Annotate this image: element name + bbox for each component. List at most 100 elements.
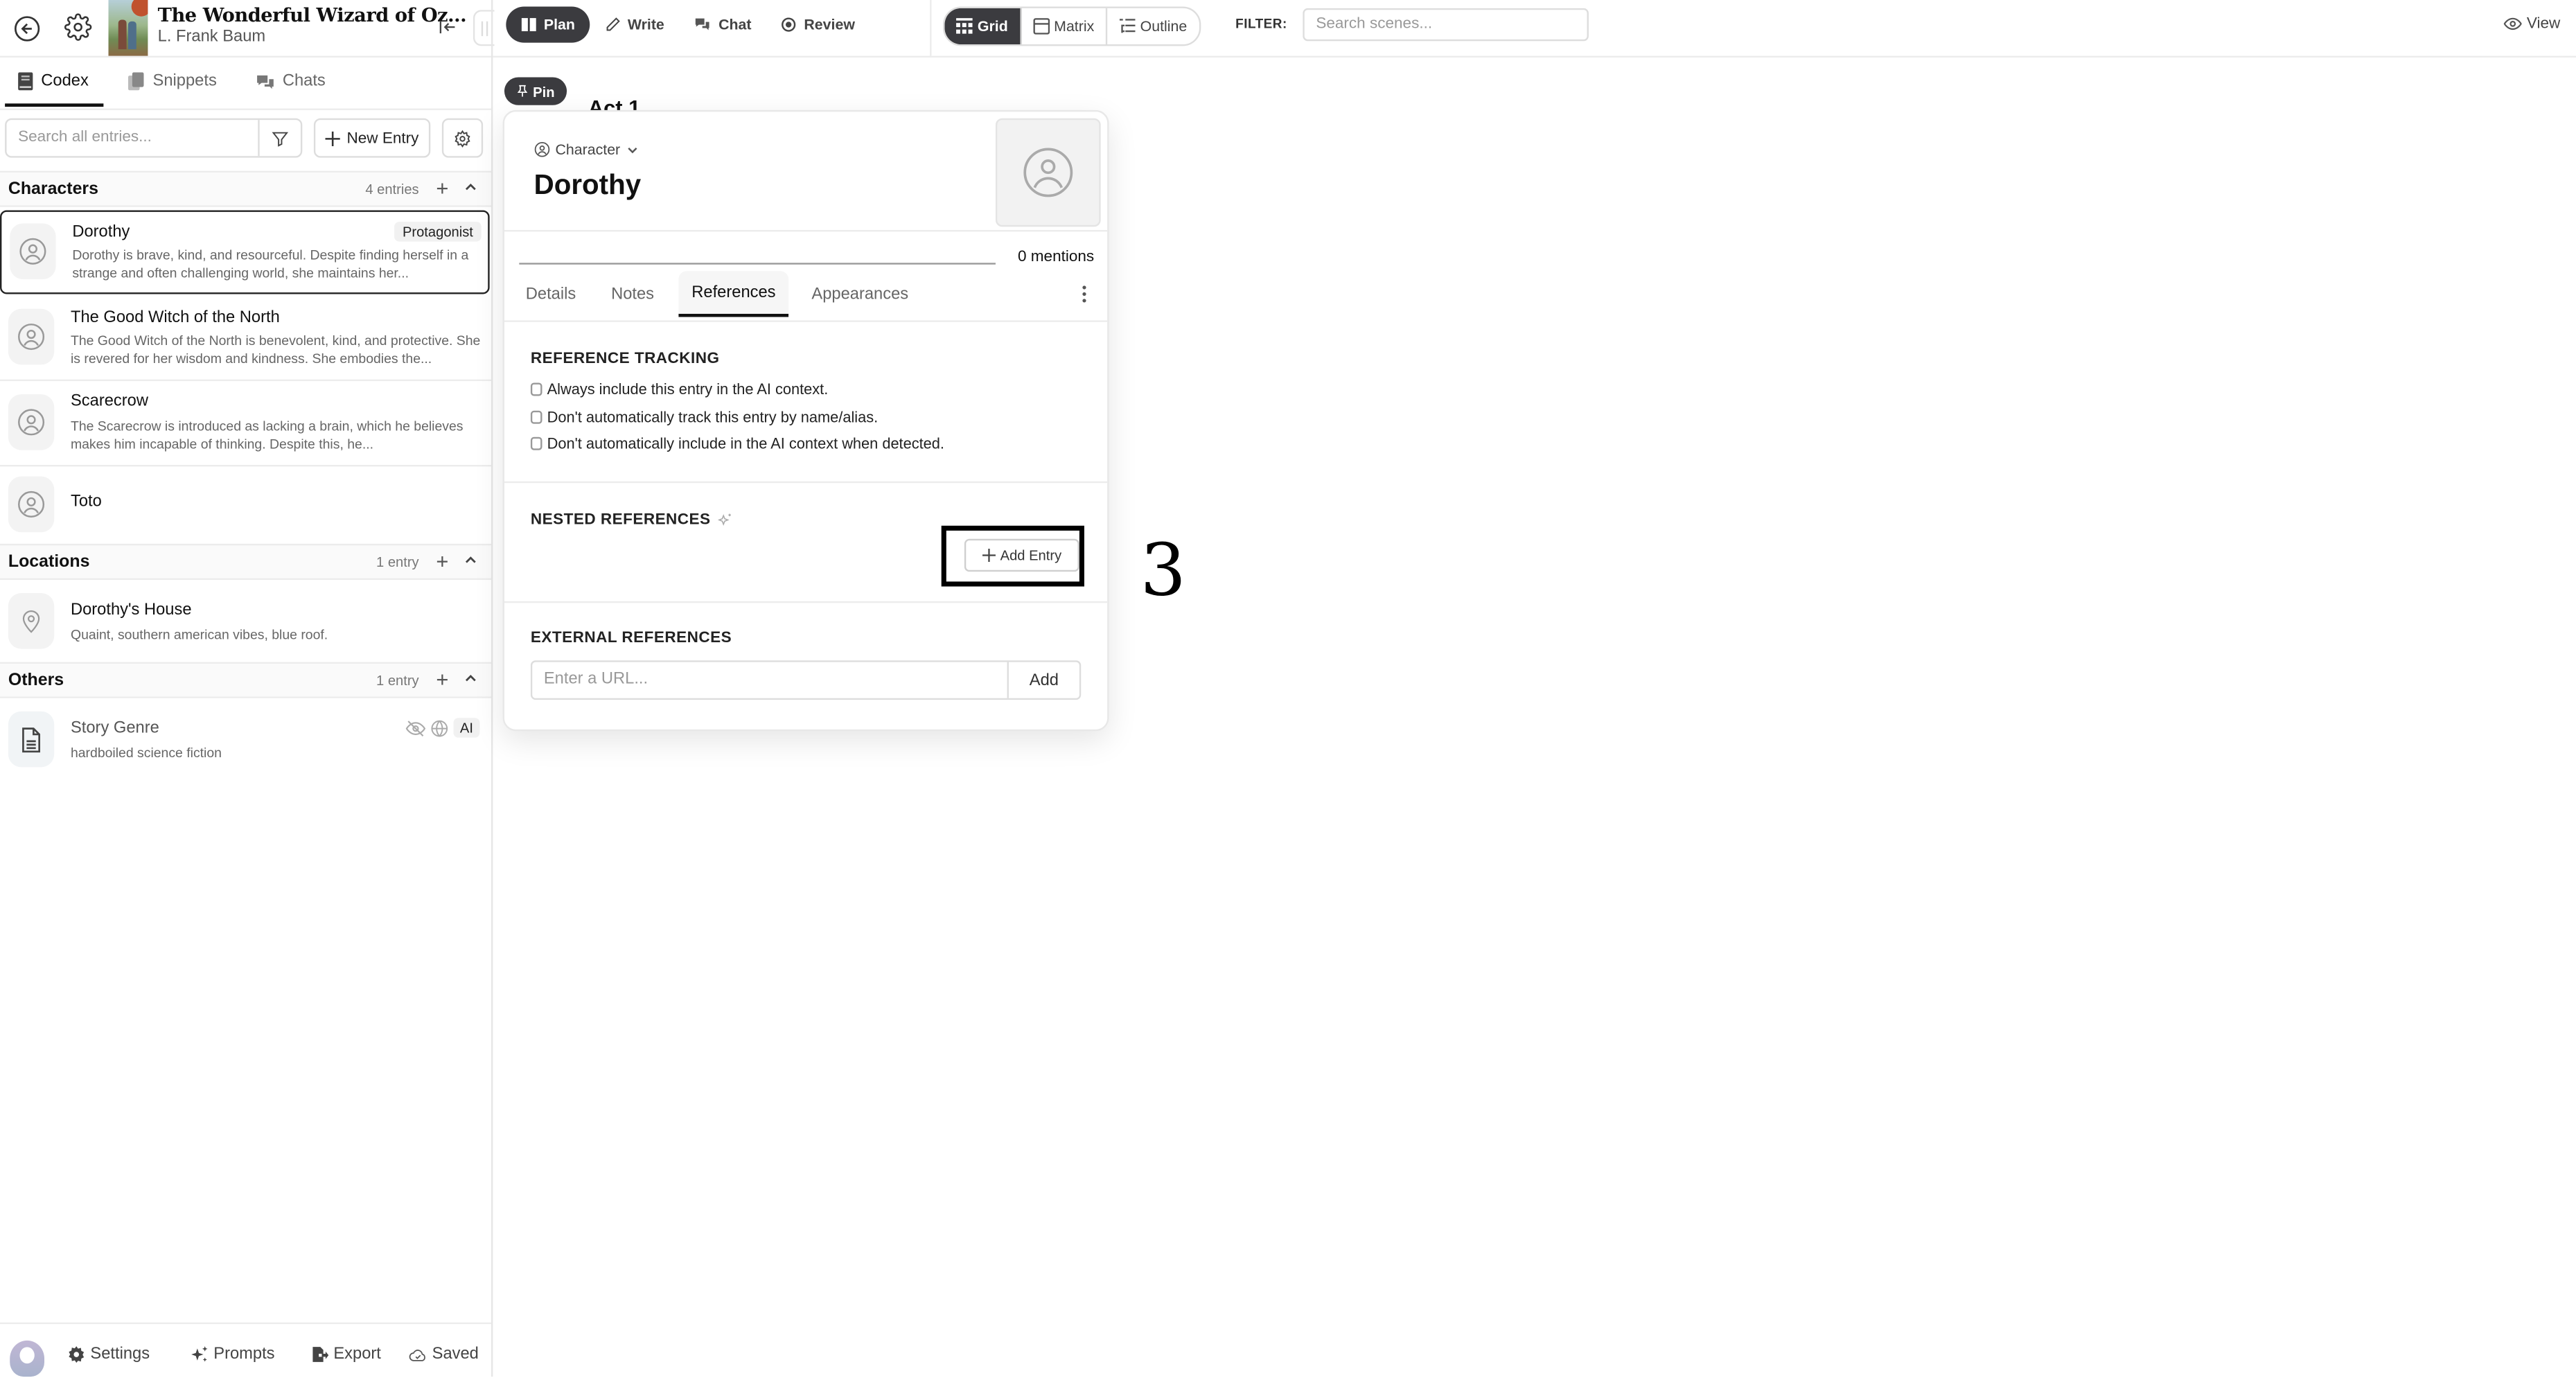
- prompts-link[interactable]: Prompts: [191, 1345, 275, 1363]
- settings-button[interactable]: [61, 10, 94, 42]
- entry-name-title[interactable]: Dorothy: [534, 169, 642, 202]
- filter-button[interactable]: [258, 120, 301, 157]
- hidden-from-ai-icon: [405, 720, 426, 738]
- chevron-down-icon: [627, 148, 637, 154]
- codex-entry-story-genre[interactable]: Story Genre hardboiled science fiction A…: [0, 698, 491, 774]
- codex-settings-button[interactable]: [441, 118, 484, 158]
- entry-description: Quaint, southern american vibes, blue ro…: [70, 627, 328, 643]
- collapse-group-button[interactable]: [464, 552, 478, 567]
- checkbox[interactable]: [530, 410, 542, 424]
- codex-entry-toto[interactable]: Toto: [0, 466, 491, 544]
- sparkles-icon: [717, 513, 730, 526]
- tab-notes[interactable]: Notes: [598, 271, 667, 317]
- checkbox[interactable]: [530, 436, 542, 450]
- codex-entry-scarecrow[interactable]: Scarecrow The Scarecrow is introduced as…: [0, 381, 491, 467]
- topbar-separator: [930, 0, 932, 56]
- group-title: Locations: [8, 551, 90, 572]
- tab-details[interactable]: Details: [513, 271, 589, 317]
- role-badge: Protagonist: [394, 222, 482, 242]
- tab-references[interactable]: References: [678, 271, 789, 317]
- option-dont-track[interactable]: Don't automatically track this entry by …: [530, 409, 878, 425]
- gear-icon: [63, 12, 91, 40]
- codex-search-input[interactable]: Search all entries...: [6, 120, 258, 156]
- view-switcher: Grid Matrix Outline: [943, 6, 1201, 46]
- tab-codex[interactable]: Codex: [18, 72, 89, 91]
- codex-entry-popover: Character Dorothy 0 mentions Details Not…: [502, 109, 1109, 732]
- collapse-sidebar-button[interactable]: [434, 13, 460, 39]
- group-header-others[interactable]: Others 1 entry +: [0, 662, 491, 698]
- external-url-field: Enter a URL... Add: [530, 660, 1082, 700]
- tab-appearances[interactable]: Appearances: [798, 271, 921, 317]
- collapse-group-button[interactable]: [464, 670, 478, 684]
- more-options-button[interactable]: [1081, 284, 1087, 303]
- group-header-characters[interactable]: Characters 4 entries +: [0, 170, 491, 207]
- scene-search-input[interactable]: Search scenes...: [1303, 8, 1589, 42]
- back-button[interactable]: [10, 12, 42, 44]
- entry-avatar: [8, 711, 55, 768]
- add-other-button[interactable]: +: [436, 668, 448, 691]
- settings-label: Settings: [90, 1345, 150, 1364]
- user-circle-icon: [19, 238, 46, 265]
- export-link[interactable]: Export: [310, 1345, 381, 1363]
- view-menu-button[interactable]: View: [2503, 15, 2560, 33]
- group-title: Characters: [8, 179, 98, 199]
- entry-type-dropdown[interactable]: Character: [534, 141, 639, 158]
- option-dont-include[interactable]: Don't automatically include in the AI co…: [530, 435, 944, 452]
- add-location-button[interactable]: +: [436, 549, 448, 573]
- mode-review-button[interactable]: Review: [766, 6, 870, 42]
- entry-name: Scarecrow: [70, 392, 149, 411]
- add-url-button[interactable]: Add: [1007, 662, 1079, 698]
- group-header-locations[interactable]: Locations 1 entry +: [0, 543, 491, 581]
- view-outline-button[interactable]: Outline: [1107, 8, 1199, 44]
- mode-write-button[interactable]: Write: [590, 6, 679, 42]
- settings-link[interactable]: Settings: [67, 1345, 150, 1363]
- entry-name: Dorothy: [72, 223, 130, 242]
- option-always-include[interactable]: Always include this entry in the AI cont…: [530, 381, 829, 398]
- mode-plan-label: Plan: [543, 16, 575, 33]
- mode-plan-button[interactable]: Plan: [506, 6, 590, 43]
- url-input[interactable]: Enter a URL...: [532, 662, 1007, 698]
- new-entry-button[interactable]: New Entry: [313, 118, 431, 158]
- user-avatar[interactable]: [10, 1340, 45, 1377]
- chevron-up-icon: [465, 184, 476, 191]
- view-grid-button[interactable]: Grid: [944, 8, 1021, 45]
- book-title[interactable]: The Wonderful Wizard of Oz...: [158, 3, 467, 26]
- pen-icon: [606, 17, 620, 31]
- chats-icon: [257, 74, 274, 89]
- pin-button[interactable]: Pin: [504, 77, 567, 105]
- document-icon: [22, 727, 40, 752]
- entry-tabs: Details Notes References Appearances: [504, 271, 1108, 322]
- codex-entry-dorothys-house[interactable]: Dorothy's House Quaint, southern america…: [0, 580, 491, 661]
- review-icon: [782, 17, 797, 32]
- entry-avatar: [8, 394, 55, 450]
- collapse-group-button[interactable]: [464, 179, 478, 193]
- chat-icon: [696, 18, 710, 30]
- mode-write-label: Write: [627, 16, 664, 33]
- option-label: Always include this entry in the AI cont…: [547, 381, 829, 398]
- tab-chats[interactable]: Chats: [256, 72, 326, 90]
- view-matrix-button[interactable]: Matrix: [1021, 8, 1108, 45]
- codex-entry-dorothy[interactable]: Dorothy Protagonist Dorothy is brave, ki…: [0, 210, 490, 294]
- arrow-left-circle-icon: [13, 15, 39, 41]
- entry-name: Toto: [70, 493, 102, 511]
- sidebar-bottom-bar: Settings Prompts Export Saved: [0, 1322, 491, 1378]
- mentions-bar: [519, 263, 996, 265]
- codex-entry-good-witch[interactable]: The Good Witch of the North The Good Wit…: [0, 295, 491, 382]
- new-entry-label: New Entry: [346, 129, 419, 148]
- ai-badge: AI: [453, 718, 480, 738]
- book-cover-image[interactable]: [108, 0, 148, 56]
- entry-name: Story Genre: [70, 719, 159, 738]
- entry-avatar: [8, 308, 55, 365]
- checkbox[interactable]: [530, 382, 542, 396]
- view-grid-label: Grid: [977, 18, 1008, 35]
- tab-snippets[interactable]: Snippets: [127, 72, 217, 91]
- add-character-button[interactable]: +: [436, 177, 448, 200]
- chevron-up-icon: [465, 556, 476, 563]
- collapse-left-icon: [439, 19, 455, 33]
- entry-portrait[interactable]: [995, 118, 1101, 227]
- mode-chat-button[interactable]: Chat: [679, 6, 766, 42]
- entry-description: The Scarecrow is introduced as lacking a…: [70, 418, 464, 452]
- external-references-title: EXTERNAL REFERENCES: [530, 629, 732, 648]
- group-count: 1 entry: [376, 554, 419, 570]
- chevron-up-icon: [465, 675, 476, 682]
